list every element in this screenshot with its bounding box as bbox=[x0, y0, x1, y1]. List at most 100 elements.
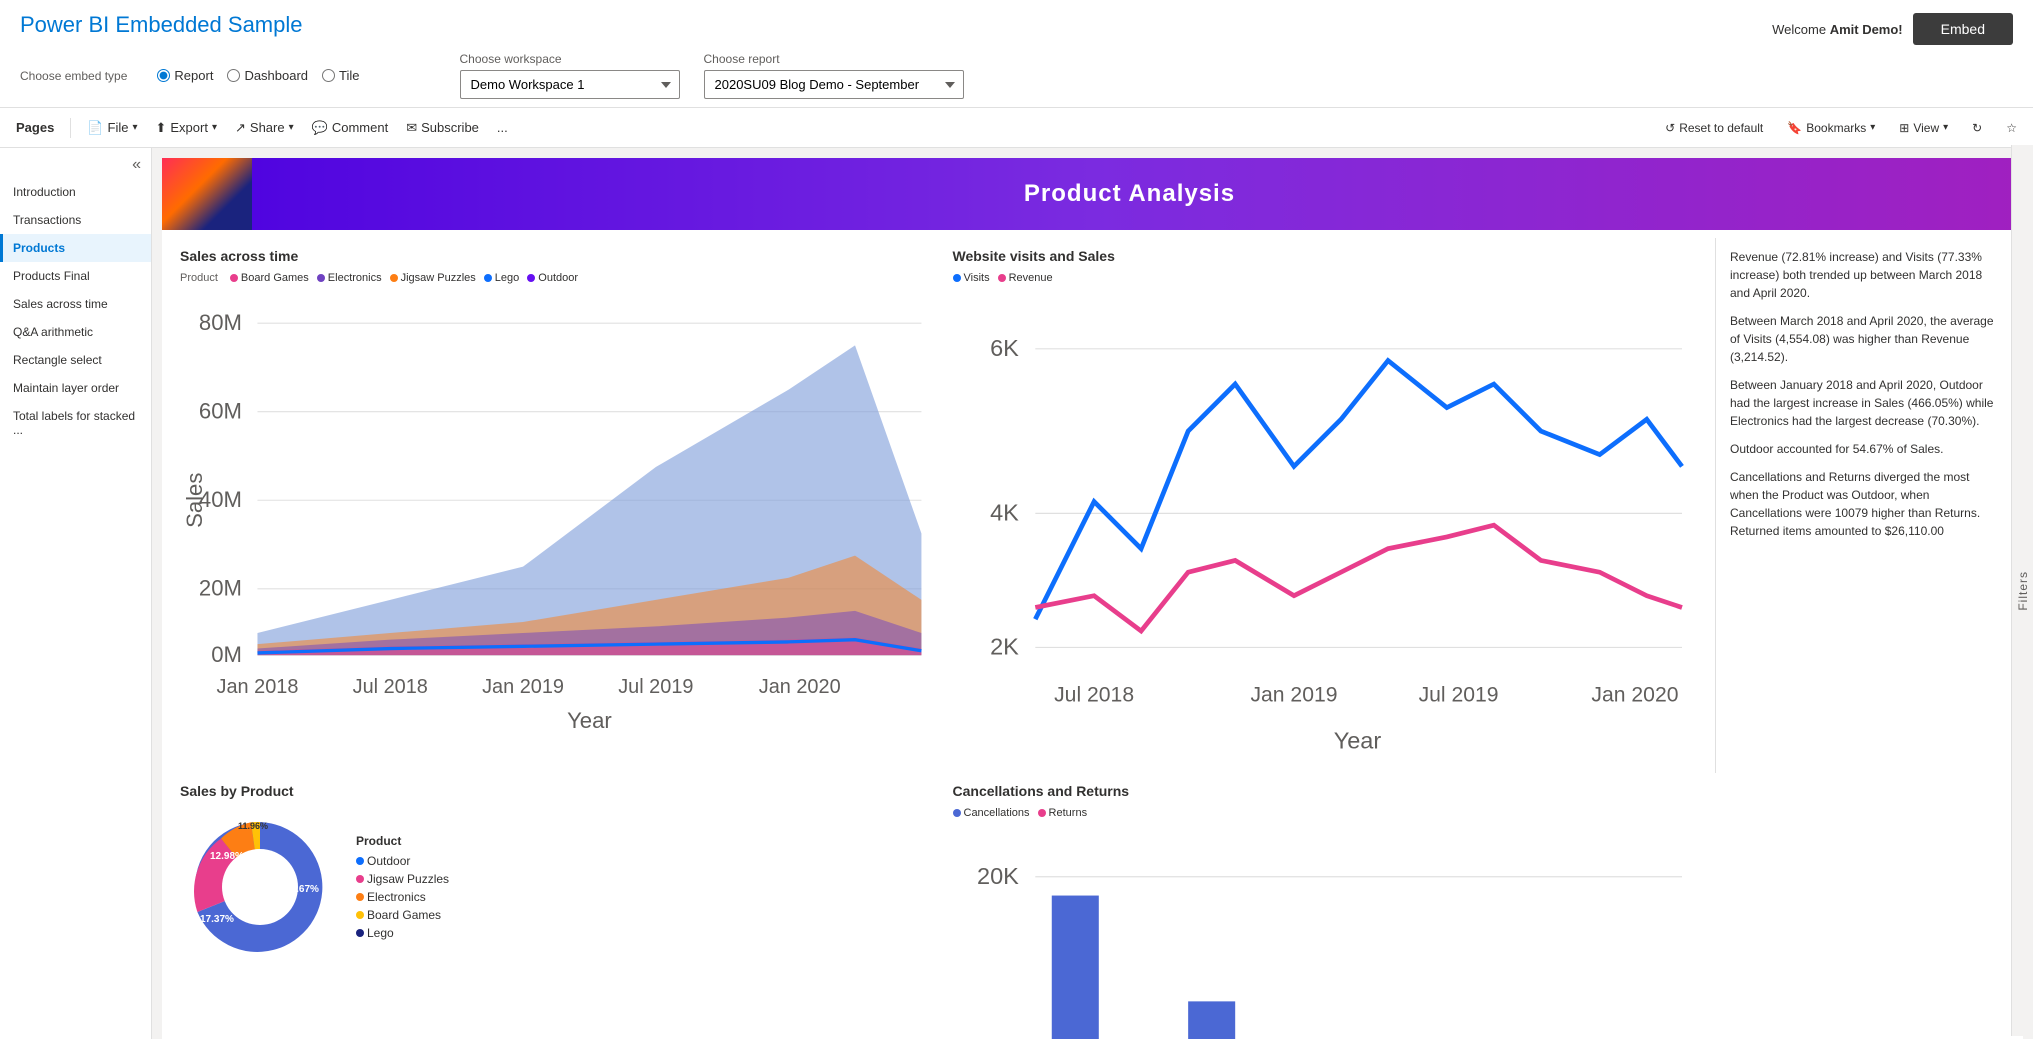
svg-text:6K: 6K bbox=[990, 335, 1019, 361]
svg-text:Jul 2018: Jul 2018 bbox=[353, 676, 428, 698]
insight-5: Cancellations and Returns diverged the m… bbox=[1730, 468, 2001, 540]
legend-outdoor-donut: Outdoor bbox=[356, 854, 449, 868]
svg-text:Jan 2019: Jan 2019 bbox=[1250, 684, 1337, 707]
legend-jigsaw: Jigsaw Puzzles bbox=[390, 272, 476, 284]
svg-text:4K: 4K bbox=[990, 499, 1019, 525]
legend-cancellations: Cancellations bbox=[953, 807, 1030, 819]
donut-section: 54.67% 17.37% 12.98% 11.96% Product Outd… bbox=[180, 807, 933, 967]
donut-svg: 54.67% 17.37% 12.98% 11.96% bbox=[180, 807, 340, 967]
radio-tile[interactable]: Tile bbox=[322, 68, 359, 83]
embed-button[interactable]: Embed bbox=[1913, 13, 2013, 45]
radio-dashboard[interactable]: Dashboard bbox=[227, 68, 308, 83]
website-visits-chart: Website visits and Sales Visits Revenue … bbox=[943, 238, 1716, 773]
export-chevron-icon: ▾ bbox=[212, 122, 217, 133]
file-menu-button[interactable]: 📄 File ▾ bbox=[79, 116, 145, 140]
top-header: Power BI Embedded Sample Welcome Amit De… bbox=[0, 0, 2033, 148]
toolbar-separator-1 bbox=[70, 118, 71, 138]
insight-4: Outdoor accounted for 54.67% of Sales. bbox=[1730, 440, 2001, 458]
report-label: Choose report bbox=[704, 52, 964, 66]
embed-type-label: Choose embed type bbox=[20, 69, 127, 83]
sidebar-item-maintain-layer-order[interactable]: Maintain layer order bbox=[0, 374, 151, 402]
header-section: Product Analysis bbox=[162, 158, 2023, 230]
svg-text:0M: 0M bbox=[211, 642, 242, 667]
report-select[interactable]: 2020SU09 Blog Demo - September bbox=[704, 70, 964, 99]
sidebar-item-products-final[interactable]: Products Final bbox=[0, 262, 151, 290]
cancellations-title: Cancellations and Returns bbox=[953, 783, 1706, 799]
comment-button[interactable]: 💬 Comment bbox=[304, 116, 397, 140]
filters-panel[interactable]: Filters bbox=[2011, 148, 2033, 1036]
workspace-label: Choose workspace bbox=[460, 52, 680, 66]
export-icon: ⬆ bbox=[155, 120, 166, 136]
sidebar-item-products[interactable]: Products bbox=[0, 234, 151, 262]
embed-type-radio-group: Report Dashboard Tile bbox=[157, 68, 359, 83]
more-button[interactable]: ... bbox=[489, 116, 516, 139]
sidebar-collapse-button[interactable]: « bbox=[132, 156, 141, 174]
insight-1: Revenue (72.81% increase) and Visits (77… bbox=[1730, 248, 2001, 302]
svg-text:Sales: Sales bbox=[182, 473, 207, 528]
sidebar-item-sales-across-time[interactable]: Sales across time bbox=[0, 290, 151, 318]
sales-across-time-chart: Sales across time Product Board Games El… bbox=[170, 238, 943, 773]
svg-text:11.96%: 11.96% bbox=[238, 821, 268, 831]
view-icon: ⊞ bbox=[1899, 121, 1909, 135]
legend-jigsaw-donut: Jigsaw Puzzles bbox=[356, 872, 449, 886]
refresh-button[interactable]: ↻ bbox=[1964, 117, 1990, 139]
insight-2: Between March 2018 and April 2020, the a… bbox=[1730, 312, 2001, 366]
view-button[interactable]: ⊞ View ▾ bbox=[1891, 117, 1956, 139]
svg-text:12.98%: 12.98% bbox=[210, 851, 244, 862]
legend-lego-donut: Lego bbox=[356, 926, 449, 940]
bottom-charts-row: Sales by Product bbox=[162, 773, 2023, 1039]
visits-chart-legend: Visits Revenue bbox=[953, 272, 1706, 284]
svg-text:Jan 2020: Jan 2020 bbox=[1591, 684, 1678, 707]
bottom-right-spacer bbox=[1715, 773, 2015, 1039]
legend-electronics: Electronics bbox=[317, 272, 382, 284]
radio-report[interactable]: Report bbox=[157, 68, 213, 83]
welcome-text: Welcome Amit Demo! bbox=[1772, 22, 1903, 37]
legend-electronics-donut: Electronics bbox=[356, 890, 449, 904]
reset-default-button[interactable]: ↺ Reset to default bbox=[1657, 117, 1771, 139]
bookmarks-button[interactable]: 🔖 Bookmarks ▾ bbox=[1779, 117, 1883, 139]
subscribe-button[interactable]: ✉ Subscribe bbox=[398, 116, 487, 140]
workspace-select[interactable]: Demo Workspace 1 bbox=[460, 70, 680, 99]
favorite-button[interactable]: ☆ bbox=[1998, 117, 2025, 139]
svg-text:17.37%: 17.37% bbox=[200, 914, 234, 925]
reset-icon: ↺ bbox=[1665, 121, 1675, 135]
visits-chart-svg: 6K 4K 2K Jul 2018 Jan 2019 bbox=[953, 290, 1706, 760]
toolbar-right-group: ↺ Reset to default 🔖 Bookmarks ▾ ⊞ View … bbox=[1657, 117, 2025, 139]
report-selector-group: Choose report 2020SU09 Blog Demo - Septe… bbox=[704, 52, 964, 99]
star-icon: ☆ bbox=[2006, 121, 2017, 135]
file-icon: 📄 bbox=[87, 120, 103, 136]
sales-by-product-chart: Sales by Product bbox=[170, 773, 943, 1039]
svg-text:Jul 2019: Jul 2019 bbox=[1418, 684, 1498, 707]
bookmarks-chevron-icon: ▾ bbox=[1870, 122, 1875, 133]
sidebar-item-total-labels[interactable]: Total labels for stacked ... bbox=[0, 402, 151, 444]
sidebar-item-transactions[interactable]: Transactions bbox=[0, 206, 151, 234]
svg-text:80M: 80M bbox=[199, 310, 242, 335]
sidebar-header: « bbox=[0, 148, 151, 178]
sales-chart-title: Sales across time bbox=[180, 248, 933, 264]
svg-text:Jul 2019: Jul 2019 bbox=[618, 676, 693, 698]
main-layout: « Introduction Transactions Products Pro… bbox=[0, 148, 2033, 1039]
cancellations-legend: Cancellations Returns bbox=[953, 807, 1706, 819]
legend-revenue: Revenue bbox=[998, 272, 1053, 284]
sidebar-item-qa-arithmetic[interactable]: Q&A arithmetic bbox=[0, 318, 151, 346]
app-title: Power BI Embedded Sample bbox=[20, 12, 303, 38]
svg-text:Jan 2019: Jan 2019 bbox=[482, 676, 564, 698]
sidebar-item-introduction[interactable]: Introduction bbox=[0, 178, 151, 206]
svg-text:54.67%: 54.67% bbox=[285, 884, 319, 895]
visits-chart-title: Website visits and Sales bbox=[953, 248, 1706, 264]
svg-text:20M: 20M bbox=[199, 575, 242, 600]
share-chevron-icon: ▾ bbox=[289, 122, 294, 133]
comment-icon: 💬 bbox=[312, 120, 328, 136]
top-charts-row: Sales across time Product Board Games El… bbox=[162, 230, 2023, 773]
svg-text:Jul 2018: Jul 2018 bbox=[1054, 684, 1134, 707]
view-chevron-icon: ▾ bbox=[1943, 122, 1948, 133]
svg-text:Jan 2018: Jan 2018 bbox=[217, 676, 299, 698]
svg-text:2K: 2K bbox=[990, 633, 1019, 659]
share-menu-button[interactable]: ↗ Share ▾ bbox=[227, 116, 302, 140]
sidebar-item-rectangle-select[interactable]: Rectangle select bbox=[0, 346, 151, 374]
legend-outdoor: Outdoor bbox=[527, 272, 578, 284]
subscribe-icon: ✉ bbox=[406, 120, 417, 136]
svg-text:20K: 20K bbox=[977, 863, 1019, 889]
filters-label: Filters bbox=[2016, 571, 2030, 611]
export-menu-button[interactable]: ⬆ Export ▾ bbox=[147, 116, 225, 140]
